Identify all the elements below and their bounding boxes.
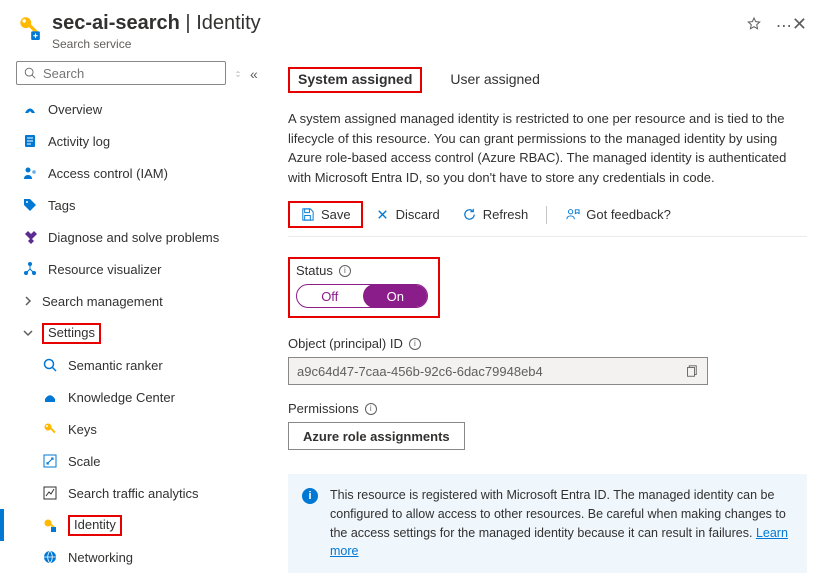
sidebar-item-networking[interactable]: Networking	[16, 541, 258, 573]
main-content: System assigned User assigned A system a…	[258, 57, 823, 582]
sidebar-item-activity-log[interactable]: Activity log	[16, 125, 258, 157]
sidebar-item-resource-visualizer[interactable]: Resource visualizer	[16, 253, 258, 285]
sidebar-item-traffic-analytics[interactable]: Search traffic analytics	[16, 477, 258, 509]
tags-icon	[22, 197, 38, 213]
sidebar-search-input[interactable]	[43, 66, 219, 81]
blade-header: sec-ai-search | Identity Search service …	[0, 0, 823, 57]
collapse-sidebar-icon[interactable]: «	[250, 66, 258, 80]
discard-button[interactable]: Discard	[365, 203, 450, 226]
info-icon[interactable]: i	[409, 338, 421, 350]
sidebar-item-tags[interactable]: Tags	[16, 189, 258, 221]
object-id-label: Object (principal) IDi	[288, 336, 807, 351]
page-title: sec-ai-search | Identity	[52, 12, 738, 35]
tab-system-assigned[interactable]: System assigned	[288, 67, 422, 93]
discard-icon	[375, 207, 390, 222]
info-icon[interactable]: i	[365, 403, 377, 415]
azure-role-assignments-button[interactable]: Azure role assignments	[288, 422, 465, 450]
tab-user-assigned[interactable]: User assigned	[450, 67, 540, 93]
identity-description: A system assigned managed identity is re…	[288, 109, 807, 187]
networking-icon	[42, 549, 58, 565]
resource-visualizer-icon	[22, 261, 38, 277]
diagnose-icon	[22, 229, 38, 245]
scale-icon	[42, 453, 58, 469]
info-banner-icon: i	[302, 488, 318, 504]
page-subtitle: Search service	[52, 37, 738, 51]
feedback-button[interactable]: Got feedback?	[555, 203, 681, 226]
command-bar: Save Discard Refresh Got feedback?	[288, 201, 807, 237]
sidebar-item-scale[interactable]: Scale	[16, 445, 258, 477]
feedback-icon	[565, 207, 580, 222]
search-icon	[23, 66, 37, 80]
keys-icon	[42, 421, 58, 437]
expand-icon[interactable]	[234, 66, 242, 80]
chevron-down-icon	[22, 327, 34, 339]
sidebar-group-settings[interactable]: Settings	[16, 317, 258, 349]
sidebar-item-access-control[interactable]: Access control (IAM)	[16, 157, 258, 189]
sidebar-item-knowledge-center[interactable]: Knowledge Center	[16, 381, 258, 413]
sidebar-group-search-management[interactable]: Search management	[16, 285, 258, 317]
status-label: Statusi	[296, 263, 428, 278]
save-button[interactable]: Save	[288, 201, 363, 228]
sidebar-item-overview[interactable]: Overview	[16, 93, 258, 125]
object-id-field: a9c64d47-7caa-456b-92c6-6dac79948eb4	[288, 357, 708, 385]
object-id-value: a9c64d47-7caa-456b-92c6-6dac79948eb4	[289, 364, 675, 379]
info-banner: i This resource is registered with Micro…	[288, 474, 807, 573]
permissions-label: Permissionsi	[288, 401, 807, 416]
copy-icon	[684, 364, 698, 378]
info-icon[interactable]: i	[339, 265, 351, 277]
sidebar: « Overview Activity log Access control (…	[0, 57, 258, 582]
identity-tabs: System assigned User assigned	[288, 67, 807, 93]
more-ellipsis-icon[interactable]: ⋯	[776, 16, 792, 32]
analytics-icon	[42, 485, 58, 501]
activity-log-icon	[22, 133, 38, 149]
refresh-icon	[462, 207, 477, 222]
status-toggle-on[interactable]: On	[363, 284, 429, 308]
sidebar-item-identity[interactable]: Identity	[16, 509, 258, 541]
chevron-right-icon	[22, 295, 34, 307]
knowledge-center-icon	[42, 389, 58, 405]
access-control-icon	[22, 165, 38, 181]
refresh-button[interactable]: Refresh	[452, 203, 539, 226]
info-banner-text: This resource is registered with Microso…	[330, 488, 786, 540]
semantic-ranker-icon	[42, 357, 58, 373]
sidebar-item-keys[interactable]: Keys	[16, 413, 258, 445]
sidebar-item-diagnose[interactable]: Diagnose and solve problems	[16, 221, 258, 253]
identity-icon	[42, 517, 58, 533]
copy-object-id-button[interactable]	[675, 364, 707, 378]
save-icon	[300, 207, 315, 222]
overview-icon	[22, 101, 38, 117]
sidebar-item-semantic-ranker[interactable]: Semantic ranker	[16, 349, 258, 381]
status-toggle[interactable]: Off On	[296, 284, 428, 308]
favorite-star-icon[interactable]	[746, 16, 762, 32]
status-toggle-off[interactable]: Off	[297, 285, 363, 307]
sidebar-search[interactable]	[16, 61, 226, 85]
close-blade-icon[interactable]: ✕	[792, 14, 807, 35]
resource-key-icon	[16, 14, 42, 40]
